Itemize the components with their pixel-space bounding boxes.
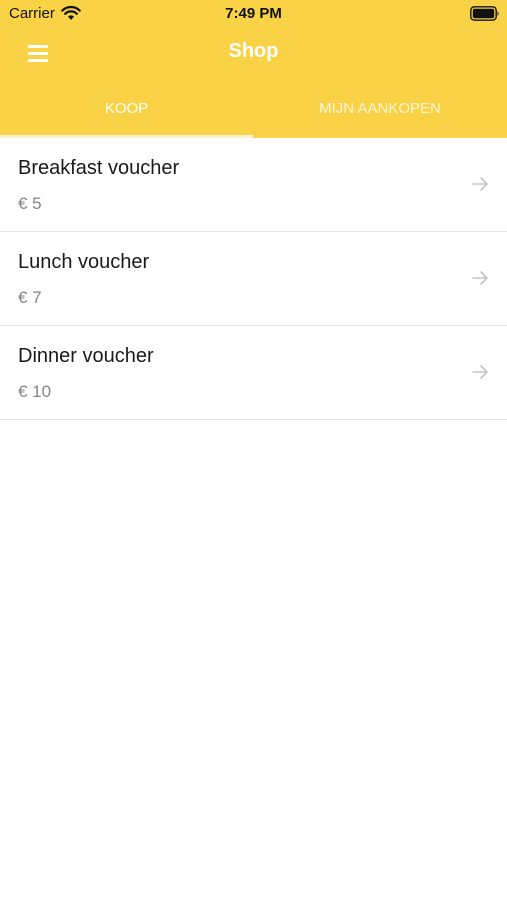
tab-mijn-aankopen[interactable]: MIJN AANKOPEN (253, 78, 507, 138)
app-header: Carrier 7:49 PM Shop KOOP MIJN AANKOPEN (0, 0, 507, 138)
voucher-price: € 7 (18, 288, 42, 307)
tab-mijn-aankopen-label: MIJN AANKOPEN (319, 100, 441, 117)
voucher-name: Breakfast voucher (18, 157, 180, 179)
tab-bar: KOOP MIJN AANKOPEN (0, 78, 507, 138)
voucher-row-lunch[interactable]: Lunch voucher € 7 (0, 232, 507, 326)
battery-icon (470, 6, 499, 21)
voucher-name: Lunch voucher (18, 251, 150, 273)
page-title: Shop (228, 40, 279, 62)
tab-koop-label: KOOP (104, 100, 149, 117)
arrow-right-icon (472, 271, 488, 285)
tab-koop[interactable]: KOOP (0, 78, 253, 138)
voucher-row-dinner[interactable]: Dinner voucher € 10 (0, 326, 507, 420)
navigation-bar: Shop (0, 28, 507, 78)
voucher-row-breakfast[interactable]: Breakfast voucher € 5 (0, 138, 507, 232)
voucher-price: € 10 (18, 382, 52, 401)
voucher-list: Breakfast voucher € 5 Lunch voucher € 7 … (0, 138, 507, 420)
status-time: 7:49 PM (225, 5, 282, 22)
voucher-name: Dinner voucher (18, 345, 154, 367)
arrow-right-icon (472, 177, 488, 191)
voucher-price: € 5 (18, 194, 42, 213)
status-bar: Carrier 7:49 PM (0, 0, 507, 28)
arrow-right-icon (472, 365, 488, 379)
